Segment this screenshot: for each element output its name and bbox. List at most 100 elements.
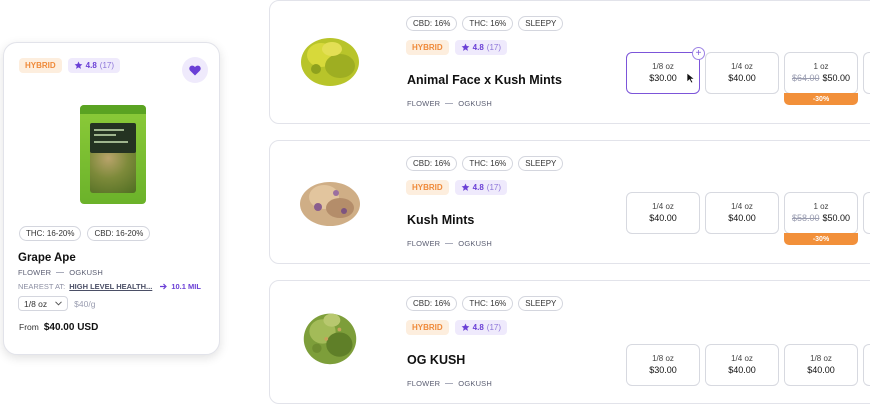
strain-badge: HYBRID — [406, 40, 449, 55]
size-option-partial[interactable] — [863, 192, 870, 234]
potency-tags: CBD: 16% THC: 16% SLEEPY — [406, 296, 564, 311]
product-name[interactable]: OG KUSH — [407, 353, 465, 367]
product-detail-card[interactable]: HYBRID 4.8 (17) THC: 16-20% CBD: 16-20% … — [3, 42, 220, 355]
detail-badges: HYBRID 4.8 (17) — [19, 58, 121, 73]
size-option[interactable]: 1/8 oz $40.00 — [784, 344, 858, 386]
product-image — [303, 313, 357, 365]
size-option[interactable]: 1 oz $64.00 $50.00 -30% — [784, 52, 858, 105]
option-price: $40.00 — [649, 213, 677, 223]
rating-value: 4.8 — [472, 183, 484, 192]
old-price: $64.00 — [791, 73, 820, 83]
option-size: 1/4 oz — [731, 202, 753, 211]
brand-label: OGKUSH — [458, 239, 493, 248]
option-price: $40.00 — [728, 213, 756, 223]
rating-count: (17) — [486, 323, 502, 332]
size-options: 1/4 oz $40.00 1/4 oz $40.00 1 oz $58.00 $… — [626, 192, 870, 245]
potency-tags: THC: 16-20% CBD: 16-20% — [19, 226, 151, 241]
brand-label: OGKUSH — [458, 99, 493, 108]
thc-tag: THC: 16% — [462, 296, 514, 311]
product-row[interactable]: CBD: 16% THC: 16% SLEEPY HYBRID 4.8 (17)… — [269, 140, 870, 264]
size-option[interactable]: 1/4 oz $40.00 — [705, 344, 779, 386]
product-badges: HYBRID 4.8 (17) — [406, 180, 508, 195]
add-icon[interactable]: + — [692, 47, 705, 60]
sale-price: $50.00 — [822, 213, 851, 223]
product-image — [300, 182, 360, 226]
rating-value: 4.8 — [85, 61, 97, 70]
cbd-tag: CBD: 16% — [406, 296, 458, 311]
size-options: 1/8 oz $30.00 + 1/4 oz $40.00 1 oz $64.0… — [626, 47, 870, 105]
size-option[interactable]: 1 oz $58.00 $50.00 -30% — [784, 192, 858, 245]
potency-tags: CBD: 16% THC: 16% SLEEPY — [406, 16, 564, 31]
meta-divider — [445, 103, 454, 104]
price-per-gram: $40/g — [74, 298, 96, 309]
size-option-partial[interactable] — [863, 344, 870, 386]
rating-badge: 4.8 (17) — [67, 58, 121, 73]
product-image — [80, 105, 146, 204]
size-select[interactable]: 1/8 oz — [18, 296, 69, 311]
chevron-down-icon — [55, 301, 63, 306]
heart-icon — [189, 65, 201, 75]
effect-tag: SLEEPY — [518, 16, 564, 31]
brand-label: OGKUSH — [69, 268, 104, 277]
product-meta: FLOWER OGKUSH — [407, 379, 492, 388]
size-option[interactable]: 1/8 oz $30.00 + — [626, 47, 705, 94]
favorite-button[interactable] — [182, 57, 208, 83]
brand-label: OGKUSH — [458, 379, 493, 388]
size-option[interactable]: 1/4 oz $40.00 — [626, 192, 700, 234]
meta-divider — [445, 243, 454, 244]
product-image — [301, 38, 359, 86]
old-price: $58.00 — [791, 213, 820, 223]
rating-badge: 4.8 (17) — [454, 40, 508, 55]
meta-divider — [445, 383, 454, 384]
thc-tag: THC: 16-20% — [19, 226, 82, 241]
rating-count: (17) — [486, 43, 502, 52]
distance-value: 10.1 MIL — [171, 282, 201, 291]
store-link[interactable]: HIGH LEVEL HEALTH... — [69, 282, 152, 291]
size-option[interactable]: 1/4 oz $40.00 — [705, 52, 779, 94]
effect-tag: SLEEPY — [518, 156, 564, 171]
option-size: 1 oz — [813, 202, 829, 211]
option-size: 1/8 oz — [652, 62, 674, 71]
discount-badge: -30% — [784, 93, 858, 105]
option-size: 1/8 oz — [810, 354, 832, 363]
size-option[interactable]: 1/8 oz $30.00 — [626, 344, 700, 386]
product-row[interactable]: CBD: 16% THC: 16% SLEEPY HYBRID 4.8 (17)… — [269, 280, 870, 404]
option-price: $40.00 — [807, 365, 835, 375]
cbd-tag: CBD: 16% — [406, 156, 458, 171]
star-icon — [461, 183, 470, 191]
option-size: 1/4 oz — [731, 354, 753, 363]
category-label: FLOWER — [407, 99, 441, 108]
category-label: FLOWER — [18, 268, 52, 277]
size-value: 1/8 oz — [24, 298, 48, 309]
product-name[interactable]: Kush Mints — [407, 213, 474, 227]
option-size: 1/4 oz — [652, 202, 674, 211]
rating-count: (17) — [486, 183, 502, 192]
product-badges: HYBRID 4.8 (17) — [406, 40, 508, 55]
product-name[interactable]: Animal Face x Kush Mints — [407, 73, 562, 87]
option-size: 1/4 oz — [731, 62, 753, 71]
option-price: $64.00 $50.00 — [785, 73, 857, 83]
effect-tag: SLEEPY — [518, 296, 564, 311]
size-row: 1/8 oz $40/g — [18, 296, 95, 311]
product-row[interactable]: CBD: 16% THC: 16% SLEEPY HYBRID 4.8 (17)… — [269, 0, 870, 124]
rating-count: (17) — [99, 61, 115, 70]
category-label: FLOWER — [407, 379, 441, 388]
product-meta: FLOWER OGKUSH — [407, 239, 492, 248]
star-icon — [461, 323, 470, 331]
size-option-partial[interactable] — [863, 52, 870, 94]
size-option[interactable]: 1/4 oz $40.00 — [705, 192, 779, 234]
strain-badge: HYBRID — [19, 58, 62, 73]
thc-tag: THC: 16% — [462, 16, 514, 31]
product-meta: FLOWER OGKUSH — [18, 268, 103, 277]
nearest-store: NEAREST AT: HIGH LEVEL HEALTH... 10.1 MI… — [18, 282, 201, 291]
product-title[interactable]: Grape Ape — [18, 252, 76, 264]
discount-badge: -30% — [784, 233, 858, 245]
strain-badge: HYBRID — [406, 180, 449, 195]
cbd-tag: CBD: 16-20% — [87, 226, 151, 241]
price-line: From $40.00 USD — [19, 322, 98, 333]
rating-value: 4.8 — [472, 43, 484, 52]
option-price: $40.00 — [728, 73, 756, 83]
star-icon — [74, 61, 83, 69]
option-size: 1/8 oz — [652, 354, 674, 363]
meta-divider — [56, 272, 65, 273]
